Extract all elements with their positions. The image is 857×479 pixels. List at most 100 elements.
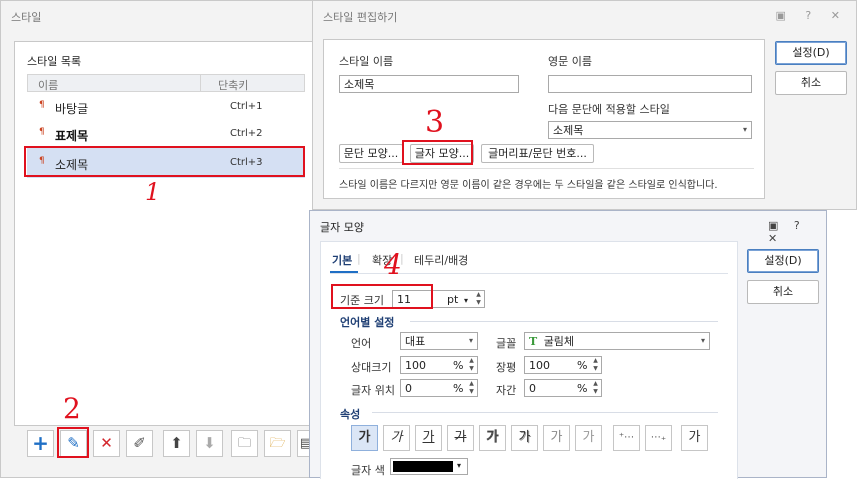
text-color-label: 글자 색 [351, 464, 385, 477]
folder-open-icon[interactable]: 🗁 [264, 430, 291, 457]
truetype-font-icon: T [529, 335, 538, 348]
highlight-box-selected-style [24, 146, 305, 177]
normal-icon[interactable]: 가 [681, 425, 708, 451]
highlight-box-edit-button [57, 427, 89, 458]
char-position-value: 0 [405, 382, 412, 395]
style-dialog: 스타일 스타일 목록 이름 단축키 ¶ 바탕글 Ctrl+1 ¶ 표제목 Ctr… [0, 0, 320, 478]
style-list-header: 이름 단축키 [27, 74, 305, 92]
paragraph-style-icon: ¶ [39, 100, 45, 110]
bold-icon[interactable]: 가 [351, 425, 378, 451]
chevron-down-icon: ▾ [468, 336, 473, 345]
english-name-label: 영문 이름 [548, 55, 592, 68]
window-controls-icon[interactable]: ▣ ? ✕ [776, 9, 848, 22]
bullet-numbering-button[interactable]: 글머리표/문단 번호... [481, 144, 594, 163]
style-dialog-title: 스타일 [11, 11, 42, 24]
char-position-input[interactable]: 0 % ▲ ▼ [400, 379, 478, 397]
tab-basic[interactable]: 기본 [332, 252, 352, 268]
width-ratio-value: 100 [529, 359, 550, 372]
style-list-row[interactable]: ¶ 표제목 Ctrl+2 [27, 123, 297, 145]
spinner-icon[interactable]: ▲ ▼ [467, 380, 476, 396]
percent-unit: % [453, 382, 464, 395]
style-note: 스타일 이름은 다르지만 영문 이름이 같은 경우에는 두 스타일을 같은 스타… [339, 180, 718, 191]
char-spacing-label: 자간 [496, 384, 517, 397]
underline-icon[interactable]: 가 [415, 425, 442, 451]
style-list-title: 스타일 목록 [27, 55, 82, 68]
highlight-box-base-size [331, 284, 433, 309]
lang-value: 대표 [405, 335, 426, 348]
style-list-row[interactable]: ¶ 바탕글 Ctrl+1 [27, 96, 297, 118]
chevron-down-icon: ▾ [700, 336, 705, 345]
folder-import-icon[interactable]: 🗀 [231, 430, 258, 457]
width-ratio-input[interactable]: 100 % ▲ ▼ [524, 356, 602, 374]
ok-button[interactable]: 설정(D) [775, 41, 847, 65]
style-name: 표제목 [55, 129, 89, 143]
english-name-input[interactable] [548, 75, 752, 93]
plus-icon[interactable]: + [27, 430, 54, 457]
strikethrough-icon[interactable]: 가 [447, 425, 474, 451]
style-name-input[interactable]: 소제목 [339, 75, 519, 93]
spinner-icon[interactable]: ▲ ▼ [467, 357, 476, 373]
column-header-name[interactable]: 이름 [38, 77, 58, 93]
annotation-4: 4 [384, 248, 402, 281]
superscript-icon[interactable]: ⁺⋯ [613, 425, 640, 451]
cancel-button[interactable]: 취소 [747, 280, 819, 304]
style-shortcut: Ctrl+1 [230, 101, 263, 112]
char-spacing-input[interactable]: 0 % ▲ ▼ [524, 379, 602, 397]
relative-size-value: 100 [405, 359, 426, 372]
ok-button[interactable]: 설정(D) [747, 249, 819, 273]
tab-border-background[interactable]: 테두리/배경 [414, 252, 468, 268]
font-label: 글꼴 [496, 337, 517, 350]
style-list-panel: 스타일 목록 이름 단축키 ¶ 바탕글 Ctrl+1 ¶ 표제목 Ctrl+2 … [14, 41, 314, 426]
font-value: 굴림체 [543, 335, 575, 348]
annotation-3: 3 [425, 105, 445, 140]
spinner-icon[interactable]: ▲ ▼ [474, 291, 483, 307]
unit-dropdown-icon[interactable]: ▾ [464, 293, 468, 308]
chevron-down-icon: ▾ [742, 125, 747, 134]
paragraph-style-icon: ¶ [39, 127, 45, 137]
style-name: 바탕글 [55, 102, 89, 116]
char-shape-titlebar: 글자 모양 ▣ ? ✕ [310, 211, 826, 245]
annotation-2: 2 [63, 392, 81, 425]
emboss-icon[interactable]: 가 [543, 425, 570, 451]
edit-all-icon[interactable]: ✐ [126, 430, 153, 457]
cancel-button[interactable]: 취소 [775, 71, 847, 95]
shadow-icon[interactable]: 가 [511, 425, 538, 451]
arrow-up-icon[interactable]: ⬆ [163, 430, 190, 457]
lang-section-title: 언어별 설정 [340, 316, 395, 329]
base-size-unit: pt [447, 293, 459, 306]
chevron-down-icon: ▾ [457, 461, 462, 470]
text-color-picker[interactable]: ▾ [390, 458, 468, 475]
width-ratio-label: 장평 [496, 361, 517, 374]
next-style-label: 다음 문단에 적용할 스타일 [548, 103, 670, 116]
relative-size-input[interactable]: 100 % ▲ ▼ [400, 356, 478, 374]
style-edit-title: 스타일 편집하기 [323, 11, 398, 24]
next-style-select[interactable]: 소제목 ▾ [548, 121, 752, 139]
percent-unit: % [577, 359, 588, 372]
style-shortcut: Ctrl+2 [230, 128, 263, 139]
column-header-shortcut[interactable]: 단축키 [218, 77, 248, 93]
engrave-icon[interactable]: 가 [575, 425, 602, 451]
style-name-label: 스타일 이름 [339, 55, 394, 68]
highlight-box-char-shape [402, 140, 473, 165]
subscript-icon[interactable]: ⋯₊ [645, 425, 672, 451]
delete-icon[interactable]: ✕ [93, 430, 120, 457]
spinner-icon[interactable]: ▲ ▼ [591, 357, 600, 373]
char-spacing-value: 0 [529, 382, 536, 395]
arrow-down-icon[interactable]: ⬇ [196, 430, 223, 457]
font-select[interactable]: T 굴림체 ▾ [524, 332, 710, 350]
char-position-label: 글자 위치 [351, 384, 395, 397]
color-swatch [393, 461, 453, 472]
annotation-1: 1 [145, 178, 161, 206]
window-controls-icon[interactable]: ▣ ? ✕ [768, 219, 826, 245]
paragraph-shape-button[interactable]: 문단 모양... [339, 144, 403, 163]
lang-label: 언어 [351, 337, 372, 350]
outline-icon[interactable]: 가 [479, 425, 506, 451]
spinner-icon[interactable]: ▲ ▼ [591, 380, 600, 396]
char-shape-title: 글자 모양 [320, 221, 364, 234]
relative-size-label: 상대크기 [351, 361, 392, 374]
lang-select[interactable]: 대표 ▾ [400, 332, 478, 350]
attr-section-title: 속성 [340, 408, 361, 421]
next-style-value: 소제목 [553, 124, 584, 137]
italic-icon[interactable]: 가 [383, 425, 410, 451]
style-edit-panel: 스타일 이름 소제목 영문 이름 다음 문단에 적용할 스타일 소제목 ▾ 문단… [323, 39, 765, 199]
